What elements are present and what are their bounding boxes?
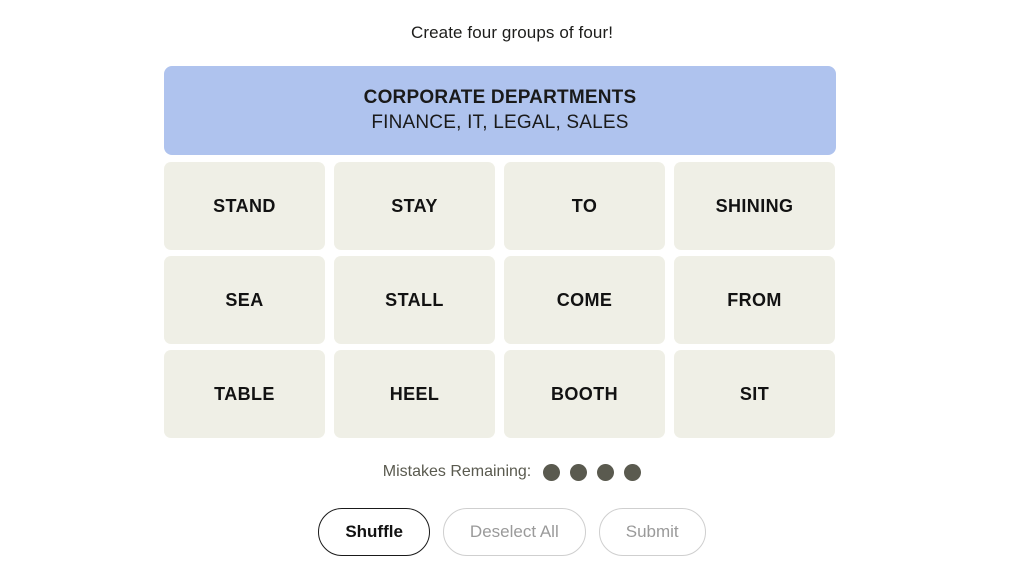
word-tile[interactable]: FROM <box>674 256 835 344</box>
deselect-all-button[interactable]: Deselect All <box>442 508 586 556</box>
word-tile[interactable]: SHINING <box>674 162 835 250</box>
word-tile[interactable]: STAND <box>164 162 325 250</box>
mistake-dot <box>624 463 642 481</box>
shuffle-button[interactable]: Shuffle <box>318 508 430 556</box>
mistakes-remaining-label: Mistakes Remaining: <box>382 463 532 480</box>
controls-row: Shuffle Deselect All Submit <box>0 508 1024 556</box>
mistake-dot <box>543 463 561 481</box>
game-prompt: Create four groups of four! <box>410 23 614 42</box>
solved-group-title: CORPORATE DEPARTMENTS <box>363 86 637 108</box>
connections-game: Create four groups of four! CORPORATE DE… <box>0 0 1024 570</box>
tile-grid: STAND STAY TO SHINING SEA STALL COME FROM TABLE H… <box>164 162 836 438</box>
submit-button[interactable]: Submit <box>598 508 706 556</box>
word-tile[interactable]: HEEL <box>334 350 495 438</box>
word-tile[interactable]: COME <box>504 256 665 344</box>
mistake-dot <box>570 463 588 481</box>
solved-group-members: FINANCE, IT, LEGAL, SALES <box>371 111 629 133</box>
solved-group: CORPORATE DEPARTMENTS FINANCE, IT, LEGAL,… <box>164 66 836 155</box>
game-board: CORPORATE DEPARTMENTS FINANCE, IT, LEGAL,… <box>164 66 836 438</box>
word-tile[interactable]: STALL <box>334 256 495 344</box>
word-tile[interactable]: TABLE <box>164 350 325 438</box>
solved-groups-container: CORPORATE DEPARTMENTS FINANCE, IT, LEGAL,… <box>164 66 836 155</box>
word-tile[interactable]: TO <box>504 162 665 250</box>
word-tile[interactable]: BOOTH <box>504 350 665 438</box>
mistakes-remaining-row: Mistakes Remaining: <box>0 462 1024 482</box>
word-tile[interactable]: SEA <box>164 256 325 344</box>
word-tile[interactable]: SIT <box>674 350 835 438</box>
mistake-dot <box>597 463 615 481</box>
word-tile[interactable]: STAY <box>334 162 495 250</box>
mistakes-dots <box>543 463 642 481</box>
